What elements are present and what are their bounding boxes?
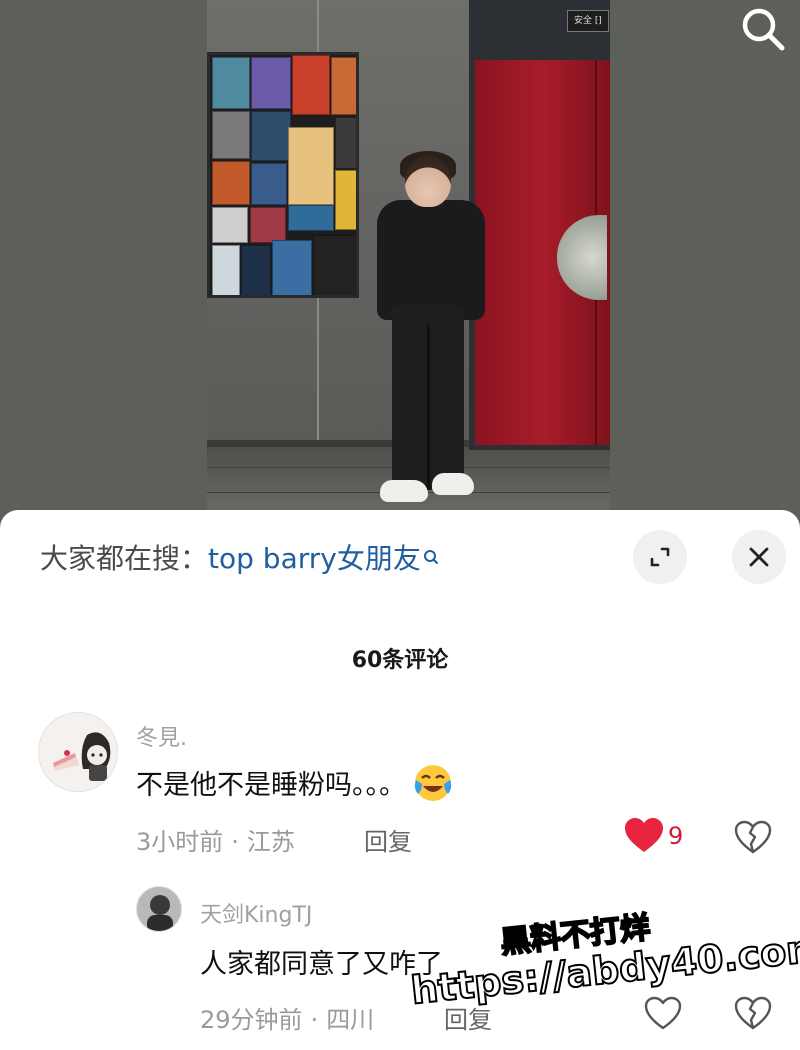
comment-username[interactable]: 冬見. [136,720,187,752]
person [372,151,487,510]
comment-time: 3小时前 [136,828,224,856]
avatar-illustration [39,713,117,791]
video-frame: 安全 ⁅⁆ [207,0,610,515]
comment-location: 江苏 [246,828,295,856]
poster [335,117,356,169]
comment-sheet: 大家都在搜：top barry女朋友 60条评论 冬見. 不是他不是睡粉吗。。。… [0,510,800,1050]
comment-text-content: 不是他不是睡粉吗。。。 [136,770,406,801]
poster [212,245,240,295]
poster [212,161,250,205]
trending-search-bar: 大家都在搜：top barry女朋友 [40,542,439,576]
reply-meta: 29分钟前 · 四川 [200,1000,374,1035]
poster [335,170,356,230]
left-shoe [380,480,428,502]
reply-text: 人家都同意了又咋了 [200,949,443,980]
poster [250,207,286,243]
like-button[interactable] [624,818,664,854]
poster [212,207,248,243]
poster [288,127,334,205]
poster [272,240,312,295]
poster-board [207,52,359,298]
poster [288,205,334,231]
reply-button[interactable]: 回复 [444,1000,492,1035]
poster [241,245,271,295]
trending-label: 大家都在搜： [40,542,209,575]
reply-avatar[interactable] [136,886,182,932]
heart-filled-icon [625,818,663,852]
dislike-button[interactable] [734,996,772,1030]
comment-text: 不是他不是睡粉吗。。。 [136,762,454,811]
broken-heart-icon [734,996,772,1030]
head [405,155,451,207]
heart-outline-icon [644,996,682,1030]
avatar[interactable] [38,712,118,792]
crying-laughing-emoji [412,762,454,811]
video-player[interactable]: 安全 ⁅⁆ [0,0,800,520]
expand-button[interactable] [633,530,687,584]
dislike-button[interactable] [734,820,772,854]
poster [212,111,250,159]
exit-sign: 安全 ⁅⁆ [567,10,609,32]
poster [212,57,250,109]
avatar-photo [137,887,181,931]
broken-heart-icon [734,820,772,854]
close-button[interactable] [732,530,786,584]
poster [292,55,330,115]
reply-time: 29分钟前 [200,1006,303,1034]
poster [251,163,287,205]
reply-location: 四川 [326,1006,375,1034]
pants-gap [427,325,430,490]
watermark-line1: 黑料不打烊 [498,909,653,961]
poster [331,57,356,115]
comment-count-title: 60条评论 [351,648,449,673]
right-shoe [432,473,474,495]
meta-separator: · [231,828,239,856]
comment-meta: 3小时前 · 江苏 [136,822,295,857]
poster [251,111,291,161]
poster [313,235,356,295]
jacket [377,200,485,320]
meta-separator: · [310,1006,319,1034]
reply-username[interactable]: 天剑KingTJ [200,897,312,929]
like-button[interactable] [644,996,682,1030]
expand-icon [650,547,670,567]
poster [251,57,291,109]
small-search-icon [423,542,439,576]
trending-query-link[interactable]: top barry女朋友 [208,542,421,575]
close-icon [749,547,769,567]
search-icon [742,8,785,51]
reply-button[interactable]: 回复 [364,822,412,857]
search-button[interactable] [738,4,788,54]
like-count: 9 [668,822,684,850]
